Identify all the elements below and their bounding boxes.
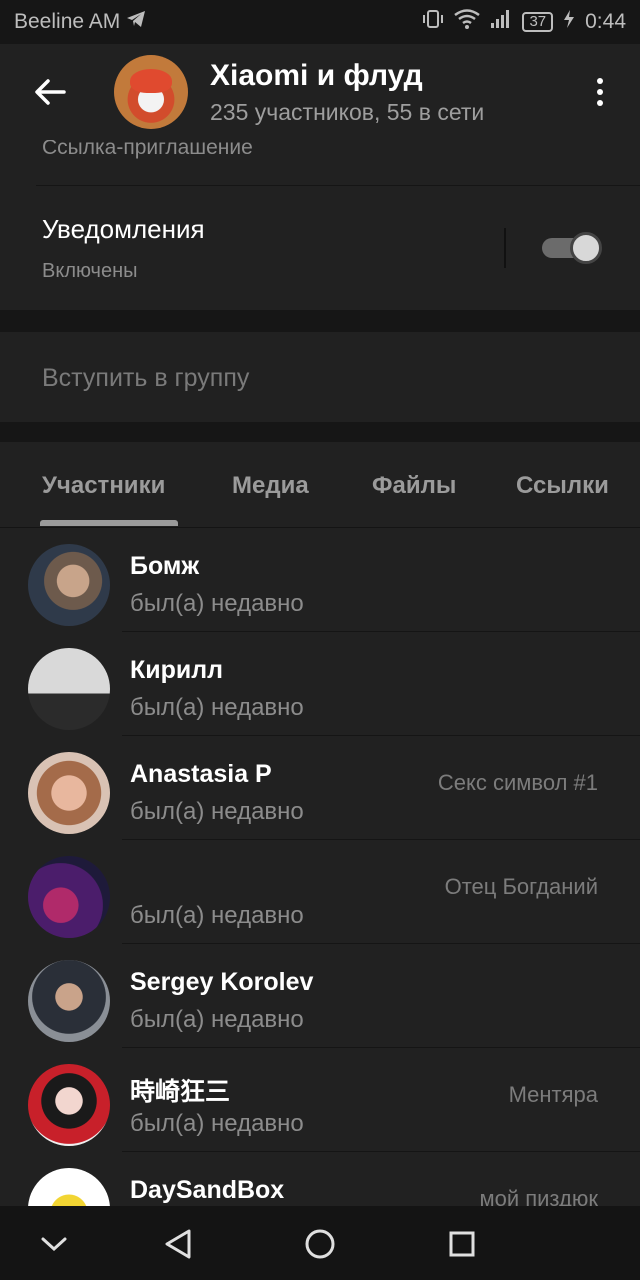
back-triangle-icon[interactable] [156, 1222, 200, 1266]
more-vert-icon[interactable] [560, 44, 640, 140]
join-group-label: Вступить в группу [42, 364, 250, 392]
member-tag: Отец Богданий [444, 874, 598, 899]
active-tab-indicator [40, 520, 178, 526]
member-name: DaySandBox [130, 1176, 285, 1204]
notifications-toggle[interactable] [542, 232, 602, 264]
group-title: Xiaomi и флуд [210, 58, 423, 92]
list-item[interactable]: Кирилл был(а) недавно [0, 632, 640, 736]
telegram-icon [126, 10, 146, 34]
list-item[interactable]: Sergey Korolev был(а) недавно [0, 944, 640, 1048]
tab-files[interactable]: Файлы [372, 472, 456, 500]
home-circle-icon[interactable] [298, 1222, 342, 1266]
member-tag: мой пиздюк [479, 1186, 598, 1206]
time-label: 0:44 [585, 10, 626, 33]
carrier-label: Beeline AM [14, 10, 121, 33]
member-name: Sergey Korolev [130, 968, 314, 996]
avatar [28, 960, 110, 1042]
member-tag: Ментяра [508, 1082, 598, 1107]
status-bar: Beeline AM 37 0:44 [0, 0, 640, 44]
list-item[interactable]: Бомж был(а) недавно [0, 528, 640, 632]
member-status: был(а) недавно [130, 590, 304, 617]
group-avatar[interactable] [114, 55, 188, 129]
vibrate-icon [422, 9, 444, 35]
list-item[interactable]: DaySandBox мой пиздюк [0, 1152, 640, 1206]
member-status: был(а) недавно [130, 694, 304, 721]
system-nav-bar [0, 1206, 640, 1280]
join-group-button[interactable]: Вступить в группу [0, 332, 640, 422]
member-name: Кирилл [130, 656, 224, 684]
member-tag: Секс символ #1 [437, 770, 598, 795]
info-section: Ссылка-приглашение Уведомления Включены [0, 140, 640, 310]
tab-links[interactable]: Ссылки [516, 472, 609, 500]
section-gap [0, 422, 640, 442]
media-tabs: Участники Медиа Файлы Ссылки [0, 442, 640, 528]
chevron-down-icon[interactable] [32, 1222, 76, 1266]
section-gap [0, 310, 640, 332]
chat-header: Xiaomi и флуд 235 участников, 55 в сети [0, 44, 640, 140]
battery-icon: 37 [522, 12, 554, 32]
wifi-icon [454, 9, 481, 35]
avatar [28, 856, 110, 938]
list-item[interactable]: Anastasia P был(а) недавно Секс символ #… [0, 736, 640, 840]
signal-icon [490, 9, 512, 35]
divider [504, 228, 506, 268]
tab-members[interactable]: Участники [42, 472, 165, 500]
avatar [28, 1168, 110, 1206]
list-item[interactable]: 時崎狂三 был(а) недавно Ментяра [0, 1048, 640, 1152]
member-status: был(а) недавно [130, 1110, 304, 1137]
header-text[interactable]: Xiaomi и флуд 235 участников, 55 в сети [210, 59, 484, 126]
notifications-status: Включены [42, 260, 138, 282]
avatar [28, 752, 110, 834]
tab-media[interactable]: Медиа [232, 472, 309, 500]
list-item[interactable]: был(а) недавно Отец Богданий [0, 840, 640, 944]
recents-square-icon[interactable] [440, 1222, 484, 1266]
member-status: был(а) недавно [130, 798, 304, 825]
invite-link-label[interactable]: Ссылка-приглашение [42, 140, 253, 160]
avatar [28, 544, 110, 626]
member-status: был(а) недавно [130, 902, 304, 929]
arrow-left-icon [35, 79, 66, 105]
notifications-title[interactable]: Уведомления [42, 214, 205, 245]
member-name: Бомж [130, 552, 200, 580]
member-name: 時崎狂三 [130, 1078, 231, 1106]
avatar [28, 648, 110, 730]
divider [36, 185, 640, 186]
avatar [28, 1064, 110, 1146]
member-status: был(а) недавно [130, 1006, 304, 1033]
member-name: Anastasia P [130, 760, 272, 788]
back-button[interactable] [0, 44, 100, 140]
members-list: Бомж был(а) недавно Кирилл был(а) недавн… [0, 528, 640, 1206]
group-members-count: 235 участников, 55 в сети [210, 98, 485, 125]
charging-icon [563, 9, 575, 35]
